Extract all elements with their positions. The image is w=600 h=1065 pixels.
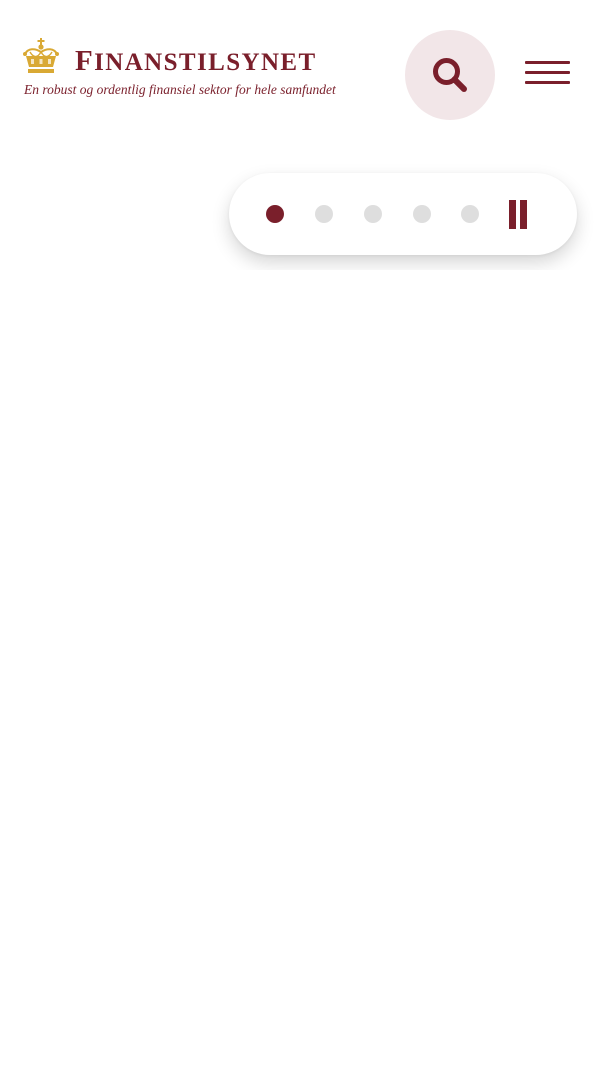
carousel-pause-button[interactable] [505,198,531,230]
brand-name: FINANSTILSYNET [75,46,317,78]
carousel-dot-3[interactable] [364,205,382,223]
crown-icon [23,38,59,73]
carousel-controls [229,173,577,255]
brand-tagline: En robust og ordentlig finansiel sektor … [24,82,336,97]
search-button[interactable] [405,30,495,120]
carousel-dot-5[interactable] [461,205,479,223]
brand-name-rest: INANSTILSYNET [94,49,317,76]
carousel-dot-1[interactable] [266,205,284,223]
carousel-dot-4[interactable] [413,205,431,223]
page: FINANSTILSYNET En robust og ordentlig fi… [0,0,600,1065]
site-logo-link[interactable]: FINANSTILSYNET En robust og ordentlig fi… [22,38,372,104]
brand-name-first-letter: F [75,45,95,77]
carousel-slide-area [0,270,600,1065]
carousel-dot-2[interactable] [315,205,333,223]
menu-button[interactable] [522,56,572,90]
search-icon [433,58,467,92]
